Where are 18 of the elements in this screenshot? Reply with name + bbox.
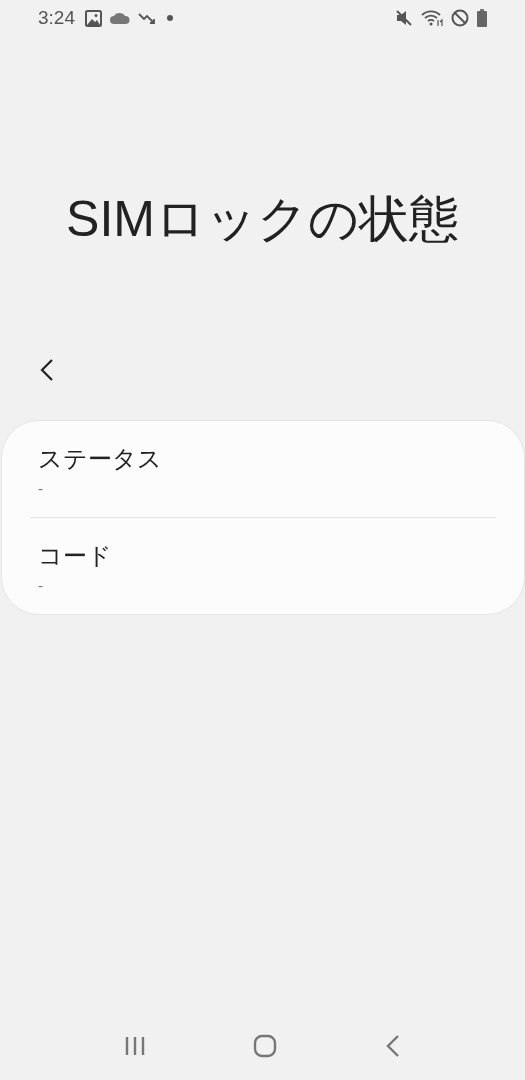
status-time: 3:24 (38, 7, 75, 29)
item-label[interactable]: ステータス (38, 443, 488, 475)
image-icon (85, 9, 102, 27)
item-value: - (38, 578, 45, 594)
dot-icon (164, 12, 176, 24)
trend-down-icon (138, 11, 156, 25)
battery-icon (477, 9, 487, 27)
blocked-icon (451, 9, 469, 27)
page-title: SIMロックの状態 (65, 190, 460, 249)
item-value: - (38, 481, 45, 497)
item-label[interactable]: コード (38, 540, 488, 572)
mute-icon (395, 9, 413, 27)
chevron-left-icon (40, 358, 54, 382)
wifi-icon (421, 9, 443, 27)
home-button[interactable] (253, 1034, 278, 1058)
recent-apps-button[interactable] (123, 1035, 146, 1057)
cloud-icon (110, 12, 130, 24)
back-nav-button[interactable] (385, 1034, 402, 1058)
